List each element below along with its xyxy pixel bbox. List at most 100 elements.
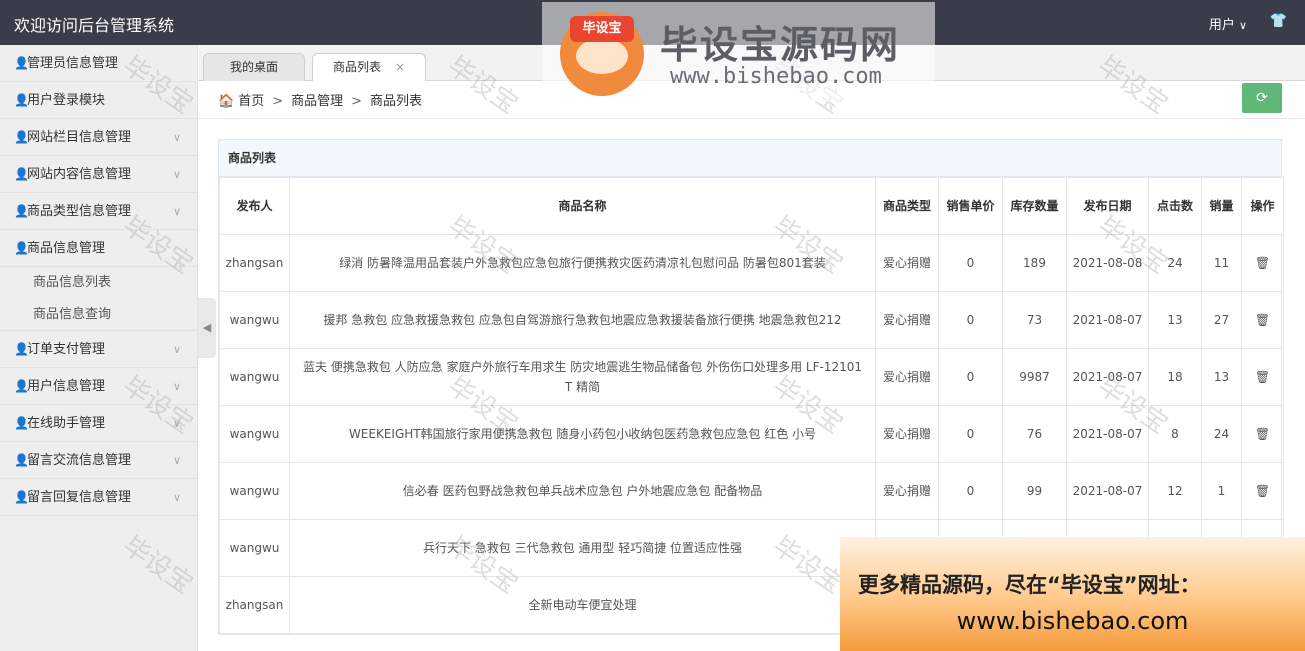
cell-type: 爱心捐赠 xyxy=(875,234,939,292)
trash-icon[interactable]: 🗑 xyxy=(1255,484,1270,498)
cell-clicks: 8 xyxy=(1148,405,1202,463)
sidebar-item-admin[interactable]: 👤管理员信息管理 xyxy=(0,45,197,82)
ad-banner[interactable]: 更多精品源码，尽在“毕设宝”网址： www.bishebao.com xyxy=(840,537,1305,651)
sidebar-item-label: 商品信息管理 xyxy=(27,241,106,256)
sidebar-item-assistant[interactable]: 👤在线助手管理 ∨ xyxy=(0,405,197,442)
cell-publisher: wangwu xyxy=(219,405,290,463)
sidebar-item-users[interactable]: 👤用户信息管理 ∨ xyxy=(0,368,197,405)
user-menu[interactable]: 用户 ∨ xyxy=(1209,14,1247,33)
home-icon: 🏠 xyxy=(218,94,235,109)
user-icon: 👤 xyxy=(14,490,29,504)
sidebar-item-label: 商品类型信息管理 xyxy=(27,204,132,219)
shirt-icon[interactable]: 👕 xyxy=(1270,13,1287,29)
refresh-button[interactable]: ⟳ xyxy=(1242,83,1282,113)
chevron-down-icon: ∨ xyxy=(172,343,181,356)
cell-type: 爱心捐赠 xyxy=(875,405,939,463)
cell-name: 信必春 医药包野战急救包单兵战术应急包 户外地震应急包 配备物品 xyxy=(289,462,876,520)
sidebar-item-label: 管理员信息管理 xyxy=(27,56,119,71)
chevron-down-icon: ∨ xyxy=(172,168,181,181)
user-icon: 👤 xyxy=(14,379,29,393)
header-publisher: 发布人 xyxy=(219,177,290,235)
sidebar: 👤管理员信息管理 👤用户登录模块 👤网站栏目信息管理 ∨ 👤网站内容信息管理 ∨ 👤… xyxy=(0,45,198,651)
sidebar-item-label: 订单支付管理 xyxy=(27,342,106,357)
sidebar-item-login[interactable]: 👤用户登录模块 xyxy=(0,82,197,119)
header-type: 商品类型 xyxy=(875,177,939,235)
trash-icon[interactable]: 🗑 xyxy=(1255,427,1270,441)
table-header-row: 发布人 商品名称 商品类型 销售单价 库存数量 发布日期 点击数 销量 操作 xyxy=(219,177,1284,235)
trash-icon[interactable]: 🗑 xyxy=(1255,313,1270,327)
site-logo: 毕设宝 毕设宝源码网 www.bishebao.com xyxy=(542,2,935,102)
cell-date: 2021-08-07 xyxy=(1066,405,1149,463)
cell-action: 🗑 xyxy=(1241,291,1284,349)
cell-name: 全新电动车便宜处理 xyxy=(289,576,876,634)
user-icon: 👤 xyxy=(14,56,29,70)
chevron-down-icon: ∨ xyxy=(1238,19,1247,32)
tab-product-list[interactable]: 商品列表 × xyxy=(312,53,426,81)
sidebar-item-messages[interactable]: 👤留言交流信息管理 ∨ xyxy=(0,442,197,479)
sidebar-item-replies[interactable]: 👤留言回复信息管理 ∨ xyxy=(0,479,197,516)
cell-action: 🗑 xyxy=(1241,405,1284,463)
cell-clicks: 24 xyxy=(1148,234,1202,292)
sidebar-collapse-handle[interactable]: ◀ xyxy=(198,298,216,358)
trash-icon[interactable]: 🗑 xyxy=(1255,370,1270,384)
app-title: 欢迎访问后台管理系统 xyxy=(14,16,175,35)
user-label: 用户 xyxy=(1208,18,1235,33)
cell-publisher: wangwu xyxy=(219,519,290,577)
header-stock: 库存数量 xyxy=(1002,177,1067,235)
tab-label: 商品列表 xyxy=(332,60,381,74)
logo-url: www.bishebao.com xyxy=(670,64,882,89)
cell-type: 爱心捐赠 xyxy=(875,348,939,406)
cell-type: 爱心捐赠 xyxy=(875,462,939,520)
breadcrumb: 🏠 首页 > 商品管理 > 商品列表 xyxy=(218,90,422,109)
cell-publisher: wangwu xyxy=(219,348,290,406)
header-action: 操作 xyxy=(1241,177,1284,235)
logo-title: 毕设宝源码网 xyxy=(660,23,901,67)
sidebar-item-orders[interactable]: 👤订单支付管理 ∨ xyxy=(0,331,197,368)
cell-name: 蓝夫 便携急救包 人防应急 家庭户外旅行车用求生 防灾地震逃生物品储备包 外伤伤… xyxy=(289,348,876,406)
cell-date: 2021-08-07 xyxy=(1066,291,1149,349)
breadcrumb-level1[interactable]: 商品管理 xyxy=(291,94,343,109)
cell-price: 0 xyxy=(938,348,1003,406)
user-icon: 👤 xyxy=(14,167,29,181)
table-row: wangwu 援邦 急救包 应急救援急救包 应急包自驾游旅行急救包地震应急救援装… xyxy=(219,291,1284,349)
sidebar-item-label: 网站内容信息管理 xyxy=(27,167,132,182)
cell-sales: 1 xyxy=(1201,462,1242,520)
cell-sales: 24 xyxy=(1201,405,1242,463)
cell-clicks: 12 xyxy=(1148,462,1202,520)
cell-stock: 76 xyxy=(1002,405,1067,463)
logo-mark: 毕设宝 xyxy=(560,12,644,96)
sidebar-item-columns[interactable]: 👤网站栏目信息管理 ∨ xyxy=(0,119,197,156)
sidebar-subitem-product-list[interactable]: 商品信息列表 xyxy=(0,267,197,299)
cell-stock: 189 xyxy=(1002,234,1067,292)
cell-type: 爱心捐赠 xyxy=(875,291,939,349)
chevron-down-icon: ∨ xyxy=(172,205,181,218)
sidebar-item-label: 在线助手管理 xyxy=(27,416,106,431)
sidebar-item-product-types[interactable]: 👤商品类型信息管理 ∨ xyxy=(0,193,197,230)
chevron-down-icon: ∨ xyxy=(172,454,181,467)
cell-publisher: zhangsan xyxy=(219,234,290,292)
panel-title: 商品列表 xyxy=(219,140,1281,177)
tab-desktop[interactable]: 我的桌面 xyxy=(203,53,305,81)
user-icon: 👤 xyxy=(14,93,29,107)
sidebar-item-label: 网站栏目信息管理 xyxy=(27,130,132,145)
sidebar-item-label: 留言交流信息管理 xyxy=(27,453,132,468)
breadcrumb-home[interactable]: 首页 xyxy=(238,94,264,109)
ad-text: 更多精品源码，尽在“毕设宝”网址： xyxy=(858,573,1201,597)
sidebar-item-content[interactable]: 👤网站内容信息管理 ∨ xyxy=(0,156,197,193)
breadcrumb-separator: > xyxy=(272,94,284,109)
table-row: wangwu WEEKEIGHT韩国旅行家用便携急救包 随身小药包小收纳包医药急… xyxy=(219,405,1284,463)
cell-name: 援邦 急救包 应急救援急救包 应急包自驾游旅行急救包地震应急救援装备旅行便携 地… xyxy=(289,291,876,349)
sidebar-item-label: 留言回复信息管理 xyxy=(27,490,132,505)
sidebar-subitem-product-search[interactable]: 商品信息查询 xyxy=(0,299,197,331)
cell-name: 绿消 防暑降温用品套装户外急救包应急包旅行便携救灾医药清凉礼包慰问品 防暑包80… xyxy=(289,234,876,292)
cell-clicks: 13 xyxy=(1148,291,1202,349)
table-row: wangwu 蓝夫 便携急救包 人防应急 家庭户外旅行车用求生 防灾地震逃生物品… xyxy=(219,348,1284,406)
close-icon[interactable]: × xyxy=(395,60,405,74)
cell-date: 2021-08-07 xyxy=(1066,348,1149,406)
header-sales: 销量 xyxy=(1201,177,1242,235)
ad-url[interactable]: www.bishebao.com xyxy=(840,607,1305,635)
user-icon: 👤 xyxy=(14,130,29,144)
trash-icon[interactable]: 🗑 xyxy=(1255,256,1270,270)
cell-sales: 27 xyxy=(1201,291,1242,349)
sidebar-item-products[interactable]: 👤商品信息管理 xyxy=(0,230,197,267)
